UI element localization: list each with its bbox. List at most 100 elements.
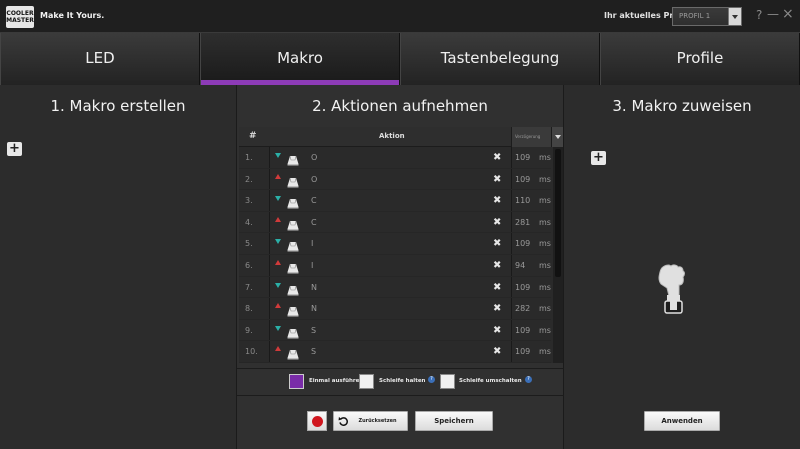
delay-value[interactable]: 109 <box>515 175 530 184</box>
action-key-label: C <box>311 217 317 227</box>
table-row[interactable]: 1. O ✖ 109 ms <box>239 147 551 169</box>
row-number: 5. <box>245 239 253 249</box>
close-button[interactable]: × <box>782 6 794 22</box>
profile-dropdown[interactable]: PROFIL 1 <box>672 7 742 26</box>
key-icon <box>287 237 299 252</box>
delay-unit: ms <box>539 153 551 162</box>
tab-tastenbelegung[interactable]: Tastenbelegung <box>400 33 600 85</box>
delete-action-icon[interactable]: ✖ <box>493 260 501 271</box>
profile-dropdown-value: PROFIL 1 <box>679 12 711 20</box>
delete-action-icon[interactable]: ✖ <box>493 195 501 206</box>
delay-unit: ms <box>539 239 551 249</box>
table-row[interactable]: 6. I ✖ 94 ms <box>239 255 551 277</box>
actions-table-header: # Aktion Verzögerung <box>239 127 563 147</box>
loop-hold-label: Schleife halten <box>379 378 426 384</box>
delete-action-icon[interactable]: ✖ <box>493 217 501 228</box>
row-number: 2. <box>245 174 253 184</box>
reset-button[interactable]: Zurücksetzen <box>333 411 408 431</box>
record-actions-panel: 2. Aktionen aufnehmen # Aktion Verzögeru… <box>236 85 565 449</box>
tab-makro[interactable]: Makro <box>200 33 400 85</box>
table-row[interactable]: 7. N ✖ 109 ms <box>239 277 551 299</box>
row-number: 1. <box>245 153 253 162</box>
create-macro-panel: 1. Makro erstellen + <box>0 85 236 449</box>
key-icon <box>287 302 299 317</box>
key-up-arrow-icon <box>275 303 281 309</box>
delay-value[interactable]: 282 <box>515 304 530 313</box>
table-row[interactable]: 4. C ✖ 281 ms <box>239 212 551 234</box>
delay-unit: ms <box>539 282 551 292</box>
delay-value[interactable]: 110 <box>515 196 530 205</box>
scrollbar-thumb[interactable] <box>555 149 561 277</box>
create-macro-title: 1. Makro erstellen <box>50 97 186 115</box>
key-up-arrow-icon <box>275 173 281 179</box>
row-number: 9. <box>245 325 253 335</box>
once-checkbox[interactable] <box>289 374 304 389</box>
delete-action-icon[interactable]: ✖ <box>493 346 501 357</box>
key-icon <box>287 345 299 360</box>
row-number: 7. <box>245 282 253 292</box>
key-down-arrow-icon <box>275 239 281 245</box>
delete-action-icon[interactable]: ✖ <box>493 303 501 314</box>
delay-value[interactable]: 109 <box>515 347 530 356</box>
delete-action-icon[interactable]: ✖ <box>493 152 501 163</box>
delete-action-icon[interactable]: ✖ <box>493 282 501 293</box>
actions-rows: 1. O ✖ 109 ms 2. O ✖ 109 ms 3. C ✖ 110 ms 4. C ✖ 281 ms 5. I ✖… <box>239 147 551 363</box>
row-number: 6. <box>245 260 253 270</box>
row-number: 8. <box>245 304 253 314</box>
column-delay-header[interactable]: Verzögerung <box>511 127 551 147</box>
once-label: Einmal ausführen <box>309 378 364 384</box>
action-key-label: I <box>311 260 314 270</box>
info-icon[interactable]: ? <box>428 376 435 383</box>
action-key-label: N <box>311 282 317 292</box>
key-up-arrow-icon <box>275 259 281 265</box>
tagline: Make It Yours. <box>40 11 105 20</box>
add-macro-button[interactable]: + <box>7 142 22 156</box>
main-tabs: LED Makro Tastenbelegung Profile <box>0 33 800 85</box>
tab-led[interactable]: LED <box>0 33 200 85</box>
loop-hold-checkbox[interactable] <box>359 374 374 389</box>
add-assignment-button[interactable]: + <box>591 151 606 165</box>
delete-action-icon[interactable]: ✖ <box>493 325 501 336</box>
delay-value[interactable]: 109 <box>515 326 530 335</box>
delay-unit: ms <box>539 260 551 270</box>
table-row[interactable]: 10. S ✖ 109 ms <box>239 341 551 363</box>
table-row[interactable]: 8. N ✖ 282 ms <box>239 298 551 320</box>
minimize-button[interactable]: — <box>767 7 779 21</box>
loop-toggle-checkbox[interactable] <box>440 374 455 389</box>
key-icon <box>287 151 299 166</box>
delay-value[interactable]: 109 <box>515 239 530 248</box>
loop-toggle-label: Schleife umschalten <box>459 378 522 384</box>
row-number: 4. <box>245 217 253 227</box>
record-button[interactable] <box>307 411 327 431</box>
delay-value[interactable]: 281 <box>515 218 530 227</box>
delay-unit: ms <box>539 304 551 314</box>
action-key-label: O <box>311 153 318 162</box>
chevron-down-icon[interactable] <box>728 8 741 25</box>
save-button[interactable]: Speichern <box>415 411 493 431</box>
cooler-master-logo: COOLER MASTER <box>6 6 34 28</box>
delay-dropdown-arrow-icon[interactable] <box>551 127 563 147</box>
delete-action-icon[interactable]: ✖ <box>493 174 501 185</box>
row-number: 10. <box>245 347 258 357</box>
table-row[interactable]: 9. S ✖ 109 ms <box>239 320 551 342</box>
assign-macro-panel: 3. Makro zuweisen + Anwenden <box>564 85 800 449</box>
help-button[interactable]: ? <box>756 8 762 22</box>
info-icon[interactable]: ? <box>525 376 532 383</box>
delay-value[interactable]: 109 <box>515 153 530 162</box>
column-action-header: Aktion <box>379 132 405 140</box>
delay-unit: ms <box>539 347 551 357</box>
delay-value[interactable]: 109 <box>515 283 530 292</box>
table-row[interactable]: 3. C ✖ 110 ms <box>239 190 551 212</box>
delay-unit: ms <box>539 325 551 335</box>
delete-action-icon[interactable]: ✖ <box>493 238 501 249</box>
action-key-label: N <box>311 304 317 314</box>
table-row[interactable]: 5. I ✖ 109 ms <box>239 233 551 255</box>
delay-unit: ms <box>539 217 551 227</box>
tab-profile[interactable]: Profile <box>600 33 800 85</box>
table-row[interactable]: 2. O ✖ 109 ms <box>239 169 551 191</box>
apply-button[interactable]: Anwenden <box>644 411 720 431</box>
reset-icon <box>338 416 348 426</box>
actions-scrollbar[interactable] <box>553 147 563 363</box>
key-icon <box>287 194 299 209</box>
delay-value[interactable]: 94 <box>515 261 525 270</box>
